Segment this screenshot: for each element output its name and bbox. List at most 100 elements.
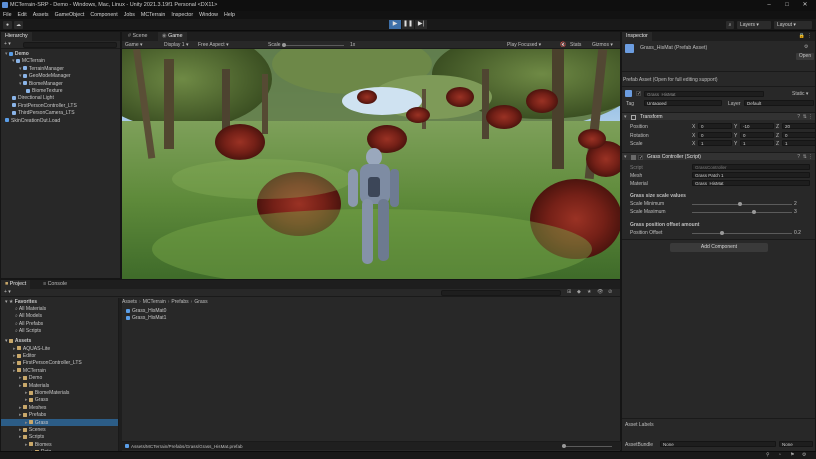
folder-tree-item[interactable]: ▸ Grass — [25, 420, 48, 426]
hierarchy-item[interactable]: FirstPersonController_LTS — [12, 103, 77, 109]
gizmos-dropdown[interactable]: Gizmos ▾ — [592, 42, 613, 48]
axis-label-x[interactable]: X — [692, 133, 695, 139]
account-icon[interactable]: ● — [3, 21, 12, 29]
grass-controller-header[interactable]: ▾ ✓ Grass Controller (Script) ? ⇅ ⋮ — [622, 152, 815, 160]
pause-button[interactable]: ❚❚ — [402, 20, 414, 29]
scale-slider-track[interactable] — [284, 45, 344, 46]
transform-x-field[interactable]: 0 — [698, 123, 732, 129]
transform-y-field[interactable]: 1 — [740, 140, 774, 146]
cloud-icon[interactable]: ☁ — [14, 21, 23, 29]
position-offset-slider-knob[interactable] — [720, 231, 724, 235]
bell-icon[interactable]: ⚲ — [766, 452, 770, 458]
hierarchy-item[interactable]: ThirdPersonCamera_LTS — [12, 110, 75, 116]
hierarchy-item[interactable]: ▾ TerrainManager — [19, 66, 64, 72]
icon-size-slider-track[interactable] — [562, 446, 612, 447]
axis-label-y[interactable]: Y — [734, 141, 737, 147]
filter-label-icon[interactable]: ◆ — [577, 289, 581, 295]
transform-y-field[interactable]: 0 — [740, 131, 774, 138]
display-number-dropdown[interactable]: Display 1 ▾ — [164, 42, 188, 48]
lock-icon[interactable]: 🔒 — [799, 33, 805, 39]
debug-mode-icon[interactable]: ⚙ — [802, 452, 806, 458]
layout-dropdown[interactable]: Layout ▾ — [774, 21, 812, 29]
kebab-menu-icon[interactable]: ⋮ — [807, 33, 812, 39]
static-toggle[interactable]: Static ▾ — [792, 91, 808, 97]
folder-tree-item[interactable]: ▸ MCTerrain — [13, 368, 46, 374]
favorite-item[interactable]: ⌕ All Materials — [15, 306, 46, 312]
settings-icon[interactable]: ⚙ — [804, 44, 808, 50]
breadcrumb-item[interactable]: Grass — [194, 299, 207, 305]
maximize-icon[interactable]: □ — [782, 1, 792, 10]
axis-label-z[interactable]: Z — [776, 141, 779, 147]
menu-help[interactable]: Help — [224, 12, 235, 18]
transform-z-field[interactable]: 20 — [782, 123, 816, 129]
folder-tree-item[interactable]: ▸ Scripts — [19, 434, 44, 440]
transform-y-field[interactable]: -10 — [740, 123, 774, 129]
folder-tree-item[interactable]: ▸ Grass — [25, 397, 48, 403]
mesh-field[interactable]: Grass Patch 1 — [692, 172, 810, 178]
layer-dropdown[interactable]: Default — [744, 100, 814, 106]
menu-window[interactable]: Window — [199, 12, 218, 18]
assets-title[interactable]: ▾ Assets — [5, 338, 31, 344]
favorite-item[interactable]: ⌕ All Models — [15, 313, 42, 319]
help-icon[interactable]: ? — [797, 114, 800, 120]
menu-file[interactable]: File — [3, 12, 12, 18]
scale-min-value[interactable]: 2 — [794, 201, 797, 207]
folder-tree-item[interactable]: ▸ Meshes — [19, 405, 46, 411]
position-offset-slider-track[interactable] — [692, 233, 792, 234]
folder-tree-item[interactable]: ▸ Editor — [13, 353, 36, 359]
scale-max-value[interactable]: 3 — [794, 209, 797, 215]
axis-label-y[interactable]: Y — [734, 124, 737, 130]
assetbundle-dropdown[interactable]: None — [660, 441, 776, 447]
kebab-menu-icon[interactable]: ⋮ — [808, 114, 813, 120]
hidden-count-icon[interactable]: ⊘ — [608, 289, 612, 295]
star-icon[interactable]: ★ — [587, 289, 591, 295]
scale-min-slider-knob[interactable] — [738, 202, 742, 206]
hierarchy-item[interactable]: BiomeTexture — [26, 88, 63, 94]
preset-icon[interactable]: ⇅ — [803, 114, 807, 120]
transform-z-field[interactable]: 0 — [782, 131, 816, 138]
component-enabled-checkbox[interactable]: ✓ — [638, 154, 643, 160]
play-focused-dropdown[interactable]: Play Focused ▾ — [507, 42, 541, 48]
play-button[interactable]: ▶ — [389, 20, 401, 29]
transform-x-field[interactable]: 1 — [698, 140, 732, 146]
file-item[interactable]: Grass_HisMat0 — [126, 308, 166, 314]
breadcrumb-item[interactable]: Prefabs — [171, 299, 188, 305]
kebab-menu-icon[interactable]: ⋮ — [808, 154, 813, 160]
file-item[interactable]: Grass_HisMat1 — [126, 315, 166, 321]
filter-type-icon[interactable]: ⊞ — [567, 289, 571, 295]
scale-min-slider-track[interactable] — [692, 204, 792, 205]
create-icon[interactable]: + ▾ — [4, 289, 11, 295]
object-name-field[interactable]: Grass_HisMat — [644, 91, 764, 97]
aspect-dropdown[interactable]: Free Aspect ▾ — [198, 42, 229, 48]
active-checkbox[interactable]: ✓ — [636, 91, 641, 97]
folder-tree-item[interactable]: ▸ AQUAS-Lite — [13, 346, 50, 352]
stats-button[interactable]: Stats — [570, 42, 581, 48]
folder-tree-item[interactable]: ▸ BiomeMaterials — [25, 390, 69, 396]
game-viewport[interactable] — [122, 49, 620, 279]
tag-dropdown[interactable]: Untagged — [644, 100, 722, 106]
menu-mcterrain[interactable]: MCTerrain — [141, 12, 165, 18]
menu-assets[interactable]: Assets — [33, 12, 49, 18]
step-button[interactable]: ▶| — [415, 20, 427, 29]
hierarchy-item[interactable]: ▾ MCTerrain — [12, 58, 45, 64]
hierarchy-search-input[interactable] — [23, 42, 117, 48]
folder-tree-item[interactable]: ▸ FirstPersonController_LTS — [13, 360, 82, 366]
close-icon[interactable]: ✕ — [800, 1, 810, 10]
folder-tree-item[interactable]: ▸ Biomes — [25, 442, 52, 448]
menu-edit[interactable]: Edit — [18, 12, 27, 18]
menu-jobs[interactable]: Jobs — [124, 12, 135, 18]
axis-label-z[interactable]: Z — [776, 133, 779, 139]
material-field[interactable]: Grass_HisMat — [692, 180, 810, 186]
scale-max-slider-knob[interactable] — [752, 210, 756, 214]
add-component-button[interactable]: Add Component — [670, 243, 768, 252]
collab-icon[interactable]: ⚑ — [790, 452, 794, 458]
tab-hierarchy[interactable]: Hierarchy — [1, 32, 32, 41]
axis-label-y[interactable]: Y — [734, 133, 737, 139]
icon-size-slider-knob[interactable] — [562, 444, 566, 448]
tab-scene[interactable]: # Scene — [124, 32, 151, 41]
transform-header[interactable]: ▾ Transform ? ⇅ ⋮ — [622, 112, 815, 120]
favorites-title[interactable]: ▾ ★ Favorites — [5, 299, 37, 305]
tab-console[interactable]: ≡ Console — [39, 280, 71, 289]
open-prefab-button[interactable]: Open — [796, 53, 814, 60]
hierarchy-item[interactable]: Directional Light — [12, 95, 54, 101]
